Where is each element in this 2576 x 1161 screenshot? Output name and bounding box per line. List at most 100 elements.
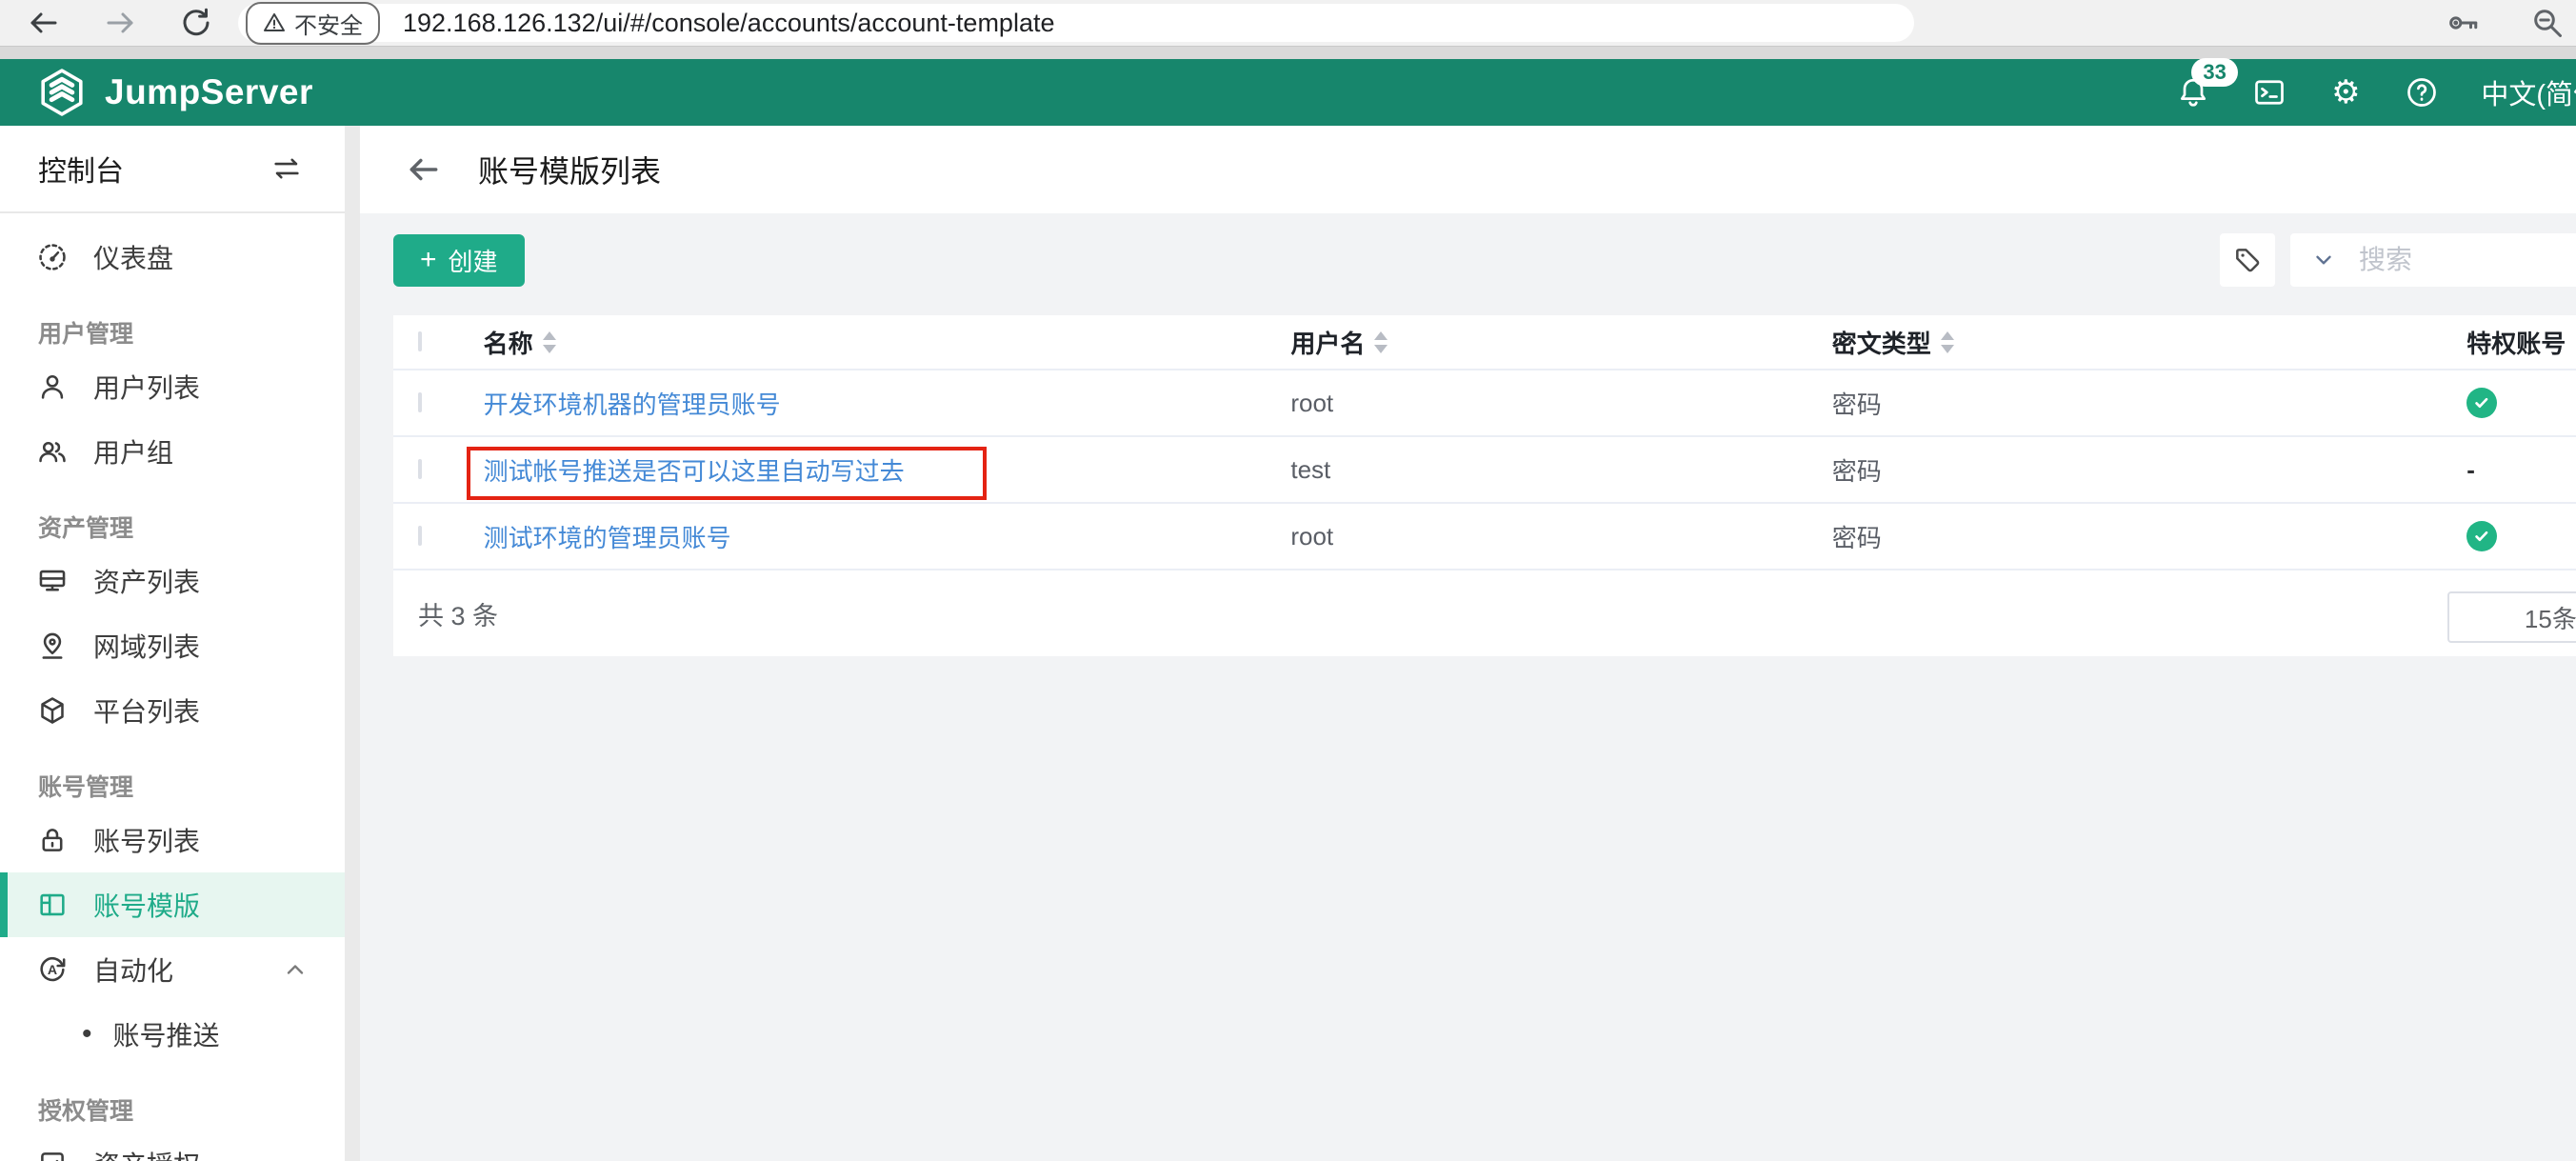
account-template-table: 名称 用户名 密文类型 特权账号 开发环境机器的管理员账号	[393, 315, 2576, 656]
help-icon[interactable]	[2405, 75, 2439, 110]
privileged-check-icon	[2466, 521, 2497, 551]
sidebar-item-user-list[interactable]: 用户列表	[0, 354, 345, 419]
username-cell: test	[1290, 455, 1330, 484]
platform-icon	[36, 694, 69, 727]
sidebar-scrollbar[interactable]	[345, 126, 360, 1161]
user-group-icon	[36, 435, 69, 468]
svg-text:A: A	[48, 963, 57, 978]
logo[interactable]: JumpServer	[36, 67, 313, 118]
page-title: 账号模版列表	[478, 148, 661, 191]
back-icon[interactable]	[27, 6, 61, 40]
sidebar-item-label: 账号模版	[93, 886, 200, 924]
security-chip[interactable]: 不安全	[246, 2, 380, 45]
logo-hexagon-icon	[36, 67, 88, 118]
row-checkbox[interactable]	[418, 459, 422, 479]
main-content: 账号模版列表 + 创建	[360, 126, 2576, 1161]
sidebar-item-label: 资产授权	[93, 1145, 200, 1161]
tag-filter-button[interactable]	[2220, 233, 2275, 287]
sidebar-item-label: 网域列表	[93, 627, 200, 665]
language-selector[interactable]: 中文(简体	[2481, 72, 2576, 112]
page-size-select[interactable]: 15条/页	[2447, 591, 2576, 643]
page-back-icon[interactable]	[406, 151, 442, 188]
select-all-checkbox[interactable]	[418, 331, 422, 351]
sidebar-item-account-list[interactable]: 账号列表	[0, 808, 345, 872]
bullet-icon: •	[82, 1018, 92, 1051]
template-name-link[interactable]: 测试环境的管理员账号	[484, 524, 731, 552]
dashboard-icon	[36, 241, 69, 273]
key-icon[interactable]	[2446, 6, 2481, 45]
sidebar-item-label: 用户列表	[93, 368, 200, 406]
sidebar-item-label: 仪表盘	[93, 238, 173, 276]
notification-badge: 33	[2191, 58, 2237, 87]
template-name-link[interactable]: 开发环境机器的管理员账号	[484, 390, 781, 419]
sort-icon[interactable]	[1374, 331, 1388, 353]
collapse-sidebar-icon[interactable]	[270, 152, 303, 185]
security-label: 不安全	[294, 7, 363, 40]
secret-type-cell: 密码	[1832, 524, 1882, 552]
sidebar-item-label: 自动化	[93, 951, 173, 989]
sidebar-title: 控制台	[38, 148, 124, 190]
column-header-secret-type: 密文类型	[1832, 325, 1931, 360]
sidebar-section-assets: 资产管理	[0, 505, 345, 549]
row-checkbox[interactable]	[418, 526, 422, 546]
sort-icon[interactable]	[543, 331, 556, 353]
brand-name: JumpServer	[105, 72, 313, 112]
sidebar-item-asset-permission[interactable]: 资产授权	[0, 1131, 345, 1161]
browser-divider	[0, 46, 2576, 59]
url-text[interactable]: 192.168.126.132/ui/#/console/accounts/ac…	[403, 9, 1054, 38]
username-cell: root	[1290, 522, 1333, 550]
sidebar-item-platform-list[interactable]: 平台列表	[0, 678, 345, 743]
zoom-out-icon[interactable]	[2530, 6, 2565, 45]
address-bar[interactable]: 不安全 192.168.126.132/ui/#/console/account…	[238, 4, 1914, 42]
reload-icon[interactable]	[179, 6, 213, 40]
table-row: 开发环境机器的管理员账号 root 密码	[393, 370, 2576, 437]
create-button[interactable]: + 创建	[393, 234, 525, 287]
chevron-up-icon[interactable]	[282, 956, 309, 983]
search-input[interactable]	[2359, 245, 2576, 275]
search-box[interactable]	[2290, 233, 2576, 287]
column-header-name: 名称	[484, 325, 533, 360]
table-row: 测试环境的管理员账号 root 密码	[393, 504, 2576, 570]
sidebar-item-account-push[interactable]: • 账号推送	[0, 1002, 345, 1067]
row-checkbox[interactable]	[418, 392, 422, 412]
table-row: 测试帐号推送是否可以这里自动写过去 test 密码 -	[393, 437, 2576, 504]
column-header-privileged: 特权账号	[2466, 325, 2566, 360]
plus-icon: +	[420, 246, 437, 274]
sidebar-item-automation[interactable]: A 自动化	[0, 937, 345, 1002]
lock-icon	[36, 824, 69, 856]
sort-icon[interactable]	[1941, 331, 1954, 353]
table-header-row: 名称 用户名 密文类型 特权账号	[393, 315, 2576, 370]
sidebar-item-label: 平台列表	[93, 691, 200, 730]
browser-toolbar: 不安全 192.168.126.132/ui/#/console/account…	[0, 0, 2576, 46]
domain-icon	[36, 630, 69, 662]
sidebar-item-user-groups[interactable]: 用户组	[0, 419, 345, 484]
gear-icon[interactable]: ⚙	[2328, 75, 2363, 110]
total-count: 共 3 条	[418, 595, 498, 632]
terminal-icon[interactable]	[2252, 75, 2286, 110]
sidebar: 控制台 仪表盘 用户管理 用户列表 用户组 资产管理 资产列表 网	[0, 126, 345, 1161]
sidebar-section-accounts: 账号管理	[0, 764, 345, 808]
app-header: JumpServer 33 ⚙ 中文(简体	[0, 59, 2576, 126]
sidebar-item-label: 账号列表	[93, 821, 200, 859]
chevron-down-icon[interactable]	[2311, 248, 2336, 272]
template-icon	[36, 889, 69, 921]
secret-type-cell: 密码	[1832, 390, 1882, 419]
privileged-dash: -	[2466, 455, 2475, 484]
warning-icon	[263, 11, 286, 34]
template-name-link[interactable]: 测试帐号推送是否可以这里自动写过去	[484, 457, 905, 486]
tag-icon	[2232, 245, 2263, 275]
privileged-check-icon	[2466, 388, 2497, 418]
column-header-username: 用户名	[1290, 325, 1365, 360]
bell-icon[interactable]: 33	[2176, 75, 2210, 110]
sidebar-section-users: 用户管理	[0, 310, 345, 354]
asset-permission-icon	[36, 1148, 69, 1161]
sidebar-section-permissions: 授权管理	[0, 1088, 345, 1131]
sidebar-item-domain-list[interactable]: 网域列表	[0, 613, 345, 678]
sidebar-item-account-template[interactable]: 账号模版	[0, 872, 345, 937]
sidebar-item-dashboard[interactable]: 仪表盘	[0, 225, 345, 290]
secret-type-cell: 密码	[1832, 457, 1882, 486]
username-cell: root	[1290, 389, 1333, 417]
forward-icon[interactable]	[103, 6, 137, 40]
automation-icon: A	[36, 953, 69, 986]
sidebar-item-asset-list[interactable]: 资产列表	[0, 549, 345, 613]
